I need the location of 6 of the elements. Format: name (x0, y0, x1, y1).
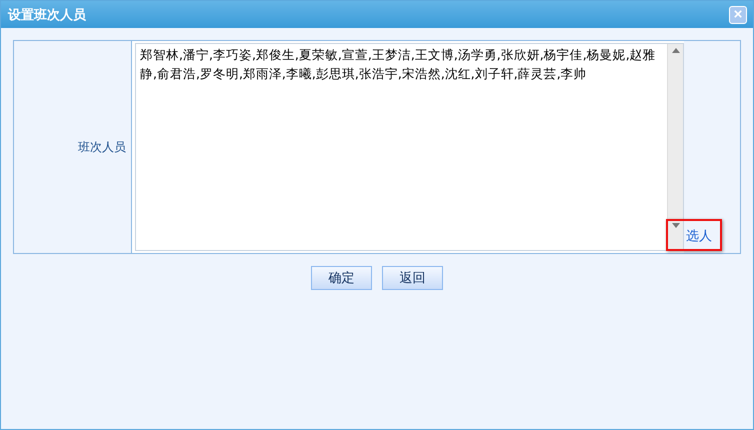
field-label: 班次人员 (78, 138, 126, 156)
window-title: 设置班次人员 (8, 6, 86, 24)
text-area[interactable]: 郑智林,潘宁,李巧姿,郑俊生,夏荣敏,宣萱,王梦洁,王文博,汤学勇,张欣妍,杨宇佳,杨曼妮,赵雅静,俞君浩,罗冬明,郑雨泽,李曦,彭思琪,张浩宇,宋浩然,沈红,刘子轩,薛灵芸,李帅 (135, 43, 684, 251)
confirm-button[interactable]: 确定 (311, 266, 372, 290)
back-button[interactable]: 返回 (382, 266, 443, 290)
select-people-link[interactable]: 选人 (686, 229, 712, 244)
